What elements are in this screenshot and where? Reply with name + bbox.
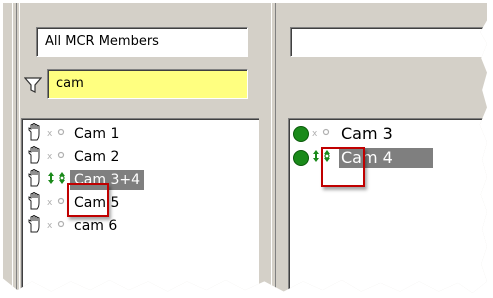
splitter-edge bbox=[271, 3, 272, 293]
list-item[interactable]: Cam 3+4 bbox=[26, 169, 259, 191]
list-item-label: Cam 1 bbox=[74, 126, 120, 142]
list-item[interactable]: x cam 6 bbox=[26, 215, 259, 237]
hand-icon[interactable] bbox=[26, 146, 44, 168]
svg-text:x: x bbox=[47, 221, 53, 231]
list-item-label: Cam 2 bbox=[74, 149, 120, 165]
splitter-edge bbox=[19, 3, 20, 293]
hand-icon[interactable] bbox=[26, 123, 44, 145]
hand-icon[interactable] bbox=[26, 192, 44, 214]
green-dot-icon bbox=[293, 126, 309, 142]
list-item-label: cam 6 bbox=[74, 218, 118, 234]
svg-text:x: x bbox=[47, 152, 53, 162]
filter-input[interactable]: cam bbox=[47, 69, 248, 99]
list-item-label: Cam 3 bbox=[341, 124, 393, 143]
assigned-pane: x Cam 3 Cam 4 bbox=[271, 3, 487, 293]
tally-idle-icon[interactable]: x bbox=[44, 217, 74, 235]
assigned-list[interactable]: x Cam 3 Cam 4 bbox=[288, 118, 487, 293]
svg-text:x: x bbox=[47, 129, 53, 139]
callout-right bbox=[321, 147, 365, 187]
list-item[interactable]: x Cam 1 bbox=[26, 123, 259, 145]
search-input[interactable] bbox=[290, 27, 487, 57]
members-pane: All MCR Members cam x Cam 1 x Cam 2 Cam 3+4 x… bbox=[3, 3, 259, 293]
splitter-edge bbox=[275, 3, 276, 293]
list-item[interactable]: x Cam 5 bbox=[26, 192, 259, 214]
tally-idle-icon[interactable]: x bbox=[44, 148, 74, 166]
members-window: All MCR Members cam x Cam 1 x Cam 2 Cam 3+4 x… bbox=[3, 3, 487, 293]
hand-icon[interactable] bbox=[26, 169, 44, 191]
list-item[interactable]: x Cam 2 bbox=[26, 146, 259, 168]
funnel-icon[interactable] bbox=[23, 76, 43, 94]
tally-idle-icon[interactable]: x bbox=[44, 125, 74, 143]
splitter-edge bbox=[12, 3, 13, 293]
splitter-edge bbox=[16, 3, 17, 293]
green-dot-icon bbox=[293, 150, 309, 166]
svg-text:x: x bbox=[312, 129, 318, 139]
list-item[interactable]: x Cam 3 bbox=[293, 123, 487, 145]
members-list[interactable]: x Cam 1 x Cam 2 Cam 3+4 x Cam 5 x cam 6 bbox=[21, 118, 259, 293]
callout-left bbox=[67, 183, 109, 217]
group-selector[interactable]: All MCR Members bbox=[36, 27, 248, 57]
tally-idle-icon[interactable]: x bbox=[309, 125, 339, 143]
hand-icon[interactable] bbox=[26, 215, 44, 237]
svg-text:x: x bbox=[47, 198, 53, 208]
